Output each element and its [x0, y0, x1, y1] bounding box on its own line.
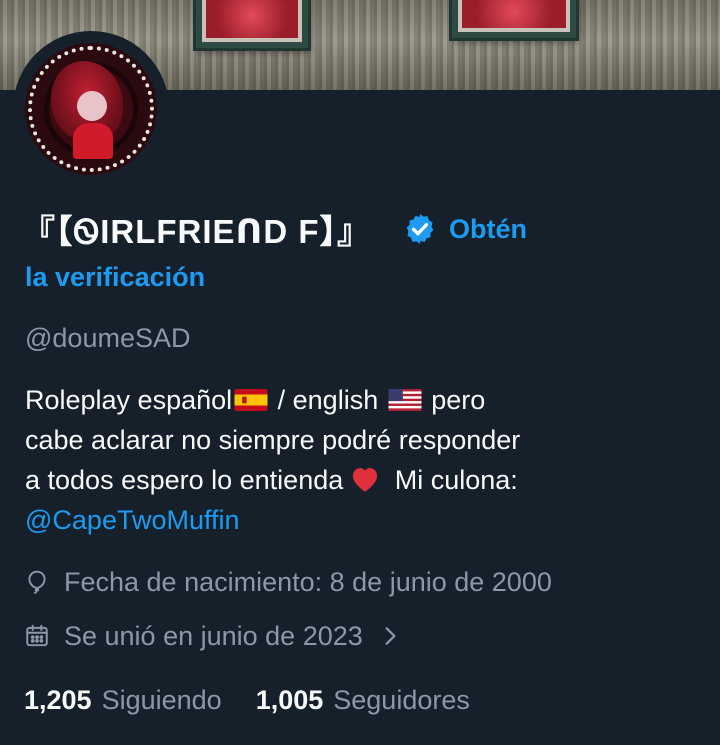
follow-stats: 1,205 Siguiendo 1,005 Seguidores — [24, 680, 470, 720]
birth-date-text: Fecha de nacimiento: 8 de junio de 2000 — [64, 566, 552, 597]
avatar[interactable] — [25, 43, 157, 175]
spain-flag-icon — [234, 389, 268, 411]
following-count: 1,205 — [24, 684, 92, 715]
banner-picture-frame — [196, 0, 308, 48]
joined-date-text: Se unió en junio de 2023 — [64, 620, 363, 651]
profile-bio: Roleplay español / english pero cabe acl… — [25, 380, 695, 540]
followers-link[interactable]: 1,005 Seguidores — [256, 685, 470, 716]
following-label: Siguiendo — [101, 684, 222, 715]
get-verified-link-continued[interactable]: la verificación — [25, 262, 205, 293]
calendar-icon — [26, 624, 48, 647]
red-heart-icon — [353, 468, 378, 492]
bio-line: cabe aclarar no siempre podré responder — [25, 425, 521, 455]
bio-line: a todos espero lo entienda Mi culona: — [25, 465, 518, 495]
profile-name-row: 『【ᏫIRLFRIEᑎD F】』 Obtén — [22, 204, 702, 254]
birth-date-row: Fecha de nacimiento: 8 de junio de 2000 — [24, 564, 552, 600]
chevron-right-icon[interactable] — [381, 625, 399, 647]
banner-picture-frame — [452, 0, 576, 38]
get-verified-link[interactable]: Obtén — [449, 214, 527, 245]
profile-handle: @doumeSAD — [25, 323, 191, 353]
display-name: 『【ᏫIRLFRIEᑎD F】』 — [22, 213, 371, 250]
us-flag-icon — [388, 389, 422, 411]
balloon-icon — [28, 570, 46, 594]
followers-label: Seguidores — [333, 684, 470, 715]
bio-mention-link[interactable]: @CapeTwoMuffin — [25, 500, 695, 540]
verified-badge-icon[interactable] — [403, 212, 437, 246]
joined-date-row[interactable]: Se unió en junio de 2023 — [24, 618, 413, 654]
followers-count: 1,005 — [255, 684, 324, 715]
bio-line: Roleplay español / english pero — [25, 385, 486, 415]
following-link[interactable]: 1,205 Siguiendo — [24, 685, 222, 716]
